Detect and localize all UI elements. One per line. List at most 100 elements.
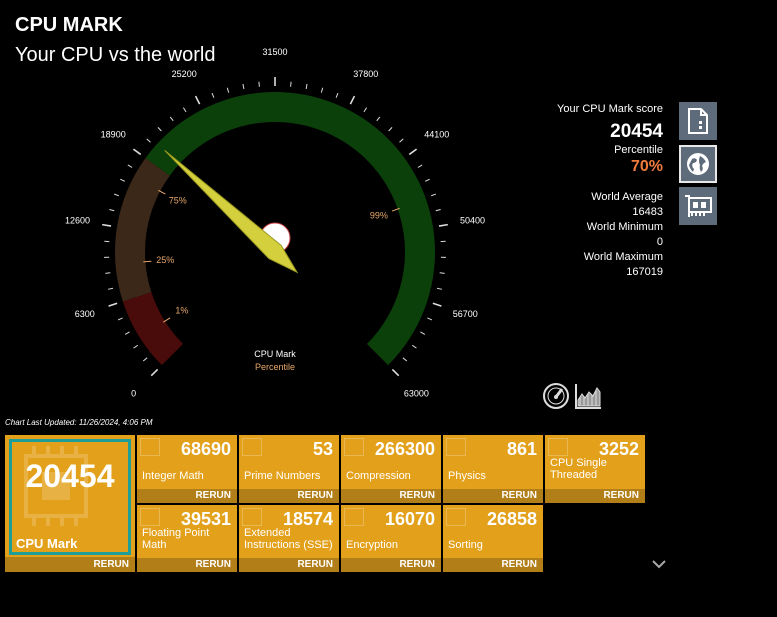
- gauge-major-tick: [150, 368, 159, 377]
- world-minimum-label: World Minimum: [586, 221, 663, 233]
- gauge-minor-tick: [435, 208, 441, 212]
- gauge-minor-tick: [127, 164, 133, 168]
- report-button[interactable]: [679, 102, 717, 140]
- gauge-tick-label: 6300: [75, 309, 95, 319]
- chevron-down-icon: [652, 560, 666, 569]
- compression-label: Compression: [346, 470, 411, 482]
- scroll-down-button[interactable]: [652, 556, 666, 574]
- hardware-card-icon: [685, 195, 712, 217]
- percentile-marker-label: 75%: [169, 196, 187, 206]
- gauge-tick-label: 0: [131, 388, 136, 398]
- physics-value: 861: [506, 439, 537, 459]
- physics-icon: [446, 438, 466, 456]
- gauge-minor-tick: [363, 107, 368, 113]
- gauge-major-tick: [438, 223, 448, 227]
- floating-point-math-tile[interactable]: 39531 Floating Point Math RERUN: [137, 505, 237, 572]
- floating-point-math-label: Floating Point Math: [142, 527, 210, 551]
- floating-point-math-rerun-button[interactable]: RERUN: [137, 558, 237, 572]
- extended-instructions-icon: [242, 508, 262, 526]
- sorting-label: Sorting: [448, 539, 483, 551]
- gauge-tick-label: 12600: [65, 216, 90, 226]
- extended-instructions-rerun-button[interactable]: RERUN: [239, 558, 339, 572]
- world-average-value: 16483: [632, 206, 663, 218]
- score-label: Your CPU Mark score: [557, 103, 663, 115]
- cpu-mark-tile-frame: 20454 CPU Mark: [9, 439, 131, 555]
- prime-numbers-tile[interactable]: 53 Prime Numbers RERUN: [239, 435, 339, 503]
- integer-math-value: 68690: [180, 439, 231, 459]
- chart-updated-text: Chart Last Updated: 11/26/2024, 4:06 PM: [5, 418, 153, 427]
- gauge-tick-label: 63000: [404, 388, 429, 398]
- extended-instructions-label: Extended Instructions (SSE): [244, 527, 333, 551]
- gauge-minor-tick: [242, 83, 245, 90]
- integer-math-label: Integer Math: [142, 470, 204, 482]
- floating-point-math-icon: [140, 508, 160, 526]
- gauge-minor-tick: [424, 178, 430, 182]
- integer-math-icon: [140, 438, 160, 456]
- world-compare-button[interactable]: [679, 145, 717, 183]
- gauge-tick-label: 31500: [262, 47, 287, 57]
- gauge-band-1: [114, 157, 170, 302]
- cpu-single-threaded-tile[interactable]: 3252 CPU Single Threaded RERUN: [545, 435, 645, 503]
- gauge-minor-tick: [305, 83, 308, 90]
- encryption-value: 16070: [384, 509, 435, 529]
- encryption-icon: [344, 508, 364, 526]
- gauge-major-tick: [391, 368, 400, 377]
- hardware-button[interactable]: [679, 187, 717, 225]
- prime-numbers-rerun-button[interactable]: RERUN: [239, 489, 339, 503]
- encryption-label: Encryption: [346, 539, 398, 551]
- integer-math-tile[interactable]: 68690 Integer Math RERUN: [137, 435, 237, 503]
- integer-math-rerun-button[interactable]: RERUN: [137, 489, 237, 503]
- compression-rerun-button[interactable]: RERUN: [341, 489, 441, 503]
- sorting-tile[interactable]: 26858 Sorting RERUN: [443, 505, 543, 572]
- speedometer-icon: [543, 383, 569, 409]
- percentile-marker-tick: [143, 260, 152, 263]
- gauge-center-label: CPU Mark: [254, 349, 296, 359]
- gauge-major-tick: [349, 95, 356, 105]
- gauge-minor-tick: [335, 92, 339, 98]
- gauge-minor-tick: [113, 193, 119, 197]
- gauge-tick-label: 25200: [172, 69, 197, 79]
- chart-view-button[interactable]: [574, 382, 602, 415]
- report-icon: [688, 108, 708, 134]
- cpu-mark-tile-value: 20454: [25, 458, 115, 494]
- gauge-minor-tick: [142, 357, 148, 362]
- encryption-tile[interactable]: 16070 Encryption RERUN: [341, 505, 441, 572]
- gauge-minor-tick: [117, 317, 123, 321]
- gauge-minor-tick: [146, 138, 151, 143]
- world-minimum-value: 0: [656, 236, 663, 248]
- encryption-rerun-button[interactable]: RERUN: [341, 558, 441, 572]
- sorting-rerun-button[interactable]: RERUN: [443, 558, 543, 572]
- gauge-minor-tick: [211, 92, 215, 98]
- cpu-mark-rerun-button[interactable]: RERUN: [5, 557, 135, 572]
- physics-rerun-button[interactable]: RERUN: [443, 489, 543, 503]
- cpu-single-threaded-rerun-button[interactable]: RERUN: [545, 489, 645, 503]
- gauge-view-button[interactable]: [542, 382, 570, 415]
- gauge-minor-tick: [105, 272, 111, 274]
- gauge-center-sublabel: Percentile: [255, 362, 295, 372]
- physics-label: Physics: [448, 470, 486, 482]
- gauge-minor-tick: [376, 116, 381, 122]
- cpu-mark-tile-label: CPU Mark: [16, 536, 78, 551]
- physics-tile[interactable]: 861 Physics RERUN: [443, 435, 543, 503]
- area-chart-icon: [575, 384, 601, 409]
- gauge-minor-tick: [124, 331, 130, 335]
- gauge-tick-label: 56700: [453, 309, 478, 319]
- gauge-minor-tick: [109, 208, 115, 212]
- gauge-minor-tick: [182, 107, 187, 113]
- gauge-minor-tick: [431, 193, 437, 197]
- gauge-minor-tick: [157, 127, 162, 132]
- compression-icon: [344, 438, 364, 456]
- percentile-value: 70%: [630, 158, 663, 175]
- gauge-major-tick: [408, 148, 418, 156]
- compression-tile[interactable]: 266300 Compression RERUN: [341, 435, 441, 503]
- score-value: 20454: [610, 121, 663, 142]
- gauge-minor-tick: [439, 272, 445, 274]
- gauge-tick-label: 18900: [101, 129, 126, 139]
- cpu-mark-tile[interactable]: 20454 CPU Mark RERUN: [5, 435, 135, 572]
- gauge-minor-tick: [412, 344, 417, 349]
- gauge-minor-tick: [388, 127, 393, 132]
- extended-instructions-tile[interactable]: 18574 Extended Instructions (SSE) RERUN: [239, 505, 339, 572]
- gauge-tick-label: 44100: [424, 129, 449, 139]
- gauge-minor-tick: [399, 138, 404, 143]
- world-maximum-value: 167019: [626, 266, 663, 278]
